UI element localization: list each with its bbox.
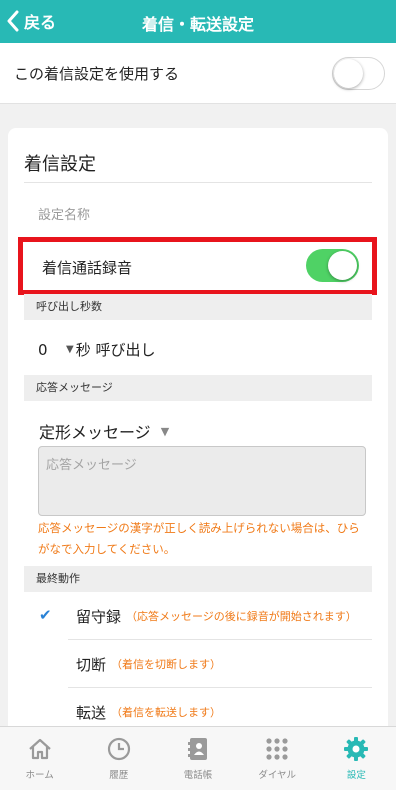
tab-home[interactable]: ホーム [0,727,79,790]
use-setting-label: この着信設定を使用する [14,65,180,83]
caret-down-icon: ▼ [66,344,74,355]
caret-down-icon: ▼ [160,424,170,438]
ring-seconds-suffix: 秒 呼び出し [75,341,156,359]
option-desc: （着信を転送します） [111,706,222,719]
back-button[interactable]: 戻る [6,9,56,33]
tab-label: ダイヤル [258,770,297,781]
back-label: 戻る [24,13,57,32]
clock-icon [107,737,130,761]
divider [24,182,372,183]
tab-label: 電話帳 [183,770,213,781]
final-action-voicemail[interactable]: 留守録 （応答メッセージの後に録音が開始されます） [68,593,372,640]
message-type-value: 定形メッセージ [39,423,151,442]
use-setting-row: この着信設定を使用する [0,43,396,104]
setting-name-field[interactable]: 設定名称 [38,204,90,223]
page-title: 着信・転送設定 [141,15,254,34]
final-action-disconnect[interactable]: 切断 （着信を切断します） [68,641,372,688]
option-desc: （着信を切断します） [111,658,222,671]
option-label: 切断 [76,655,107,674]
response-message-input[interactable] [38,446,366,516]
use-setting-toggle[interactable] [332,57,385,90]
toggle-knob [328,251,357,280]
toggle-knob [334,59,363,88]
ring-seconds-selector[interactable]: 0 ▼ 秒 呼び出し [38,339,155,360]
incoming-settings-card: 着信設定 設定名称 着信通話録音 呼び出し秒数 0 ▼ 秒 呼び出し 応答メッセ… [8,128,388,748]
section-response-message: 応答メッセージ [24,375,372,401]
tab-settings[interactable]: 設定 [317,727,396,790]
option-label: 転送 [76,703,107,722]
section-ring-seconds: 呼び出し秒数 [24,294,372,320]
card-title: 着信設定 [24,154,96,175]
header-bar: 戻る 着信・転送設定 [0,0,396,43]
gear-icon [344,737,369,761]
tab-bar: ホーム 履歴 電話帳 ダイヤル 設定 [0,726,396,790]
tab-history[interactable]: 履歴 [79,727,158,790]
ring-seconds-value: 0 [38,340,48,359]
call-recording-label: 着信通話録音 [42,259,133,277]
tab-dial[interactable]: ダイヤル [238,727,317,790]
message-type-select[interactable]: 定形メッセージ ▼ [39,419,171,443]
tab-label: 履歴 [109,770,129,781]
tab-phonebook[interactable]: 電話帳 [158,727,237,790]
tab-label: ホーム [25,770,54,781]
tab-label: 設定 [346,770,366,781]
option-desc: （応答メッセージの後に録音が開始されます） [126,610,357,623]
phonebook-icon [188,738,207,760]
checkmark-icon: ✔ [39,606,52,624]
message-note: 応答メッセージの漢字が正しく読み上げられない場合は、ひらがなで入力してください。 [38,521,360,556]
section-final-action: 最終動作 [24,566,372,592]
home-icon [28,738,51,760]
call-recording-toggle[interactable] [306,249,359,282]
option-label: 留守録 [76,607,122,626]
chevron-left-icon [7,10,19,32]
dialpad-icon [266,738,288,760]
call-recording-row: 着信通話録音 [18,237,377,295]
